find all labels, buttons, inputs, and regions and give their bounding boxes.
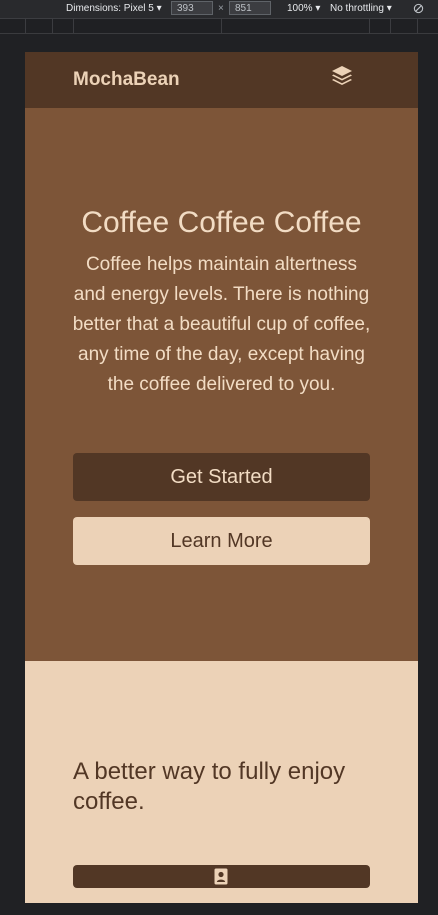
chevron-down-icon: ▾ <box>315 3 321 14</box>
features-title: A better way to fully enjoy coffee. <box>73 758 346 815</box>
layers-icon[interactable] <box>330 65 354 87</box>
throttling-label: No throttling <box>330 3 384 14</box>
throttling-select[interactable]: No throttling ▾ <box>330 0 392 18</box>
height-input[interactable]: 851 <box>229 1 271 15</box>
feature-card <box>73 865 370 888</box>
dimension-separator: × <box>218 3 224 14</box>
brand-logo[interactable]: MochaBean <box>73 69 180 91</box>
rotate-icon[interactable] <box>413 3 424 14</box>
contact-card-icon <box>214 868 228 885</box>
ruler-tick <box>417 19 418 33</box>
get-started-button[interactable]: Get Started <box>73 453 370 501</box>
ruler-tick <box>52 19 53 33</box>
media-query-ruler <box>0 19 438 34</box>
zoom-label: 100% <box>287 3 313 14</box>
ruler-tick <box>73 19 74 33</box>
navbar: MochaBean <box>25 52 418 108</box>
device-select-label: Dimensions: Pixel 5 <box>66 3 154 14</box>
chevron-down-icon: ▾ <box>156 3 162 14</box>
hero-section: Coffee Coffee Coffee Coffee helps mainta… <box>25 108 418 661</box>
width-input[interactable]: 393 <box>171 1 213 15</box>
zoom-select[interactable]: 100% ▾ <box>287 0 320 18</box>
chevron-down-icon: ▾ <box>386 3 392 14</box>
features-section: A better way to fully enjoy coffee. <box>25 661 418 903</box>
device-select[interactable]: Dimensions: Pixel 5 ▾ <box>66 0 162 18</box>
hero-description: Coffee helps maintain altertness and ene… <box>72 254 371 395</box>
ruler-tick <box>390 19 391 33</box>
ruler-tick <box>369 19 370 33</box>
hero-title: Coffee Coffee Coffee <box>81 206 362 239</box>
ruler-tick <box>25 19 26 33</box>
ruler-tick <box>221 19 222 33</box>
learn-more-button[interactable]: Learn More <box>73 517 370 565</box>
devtools-device-toolbar: Dimensions: Pixel 5 ▾ 393 × 851 100% ▾ N… <box>0 0 438 19</box>
device-viewport: MochaBean Coffee Coffee Coffee Coffee he… <box>25 52 418 903</box>
